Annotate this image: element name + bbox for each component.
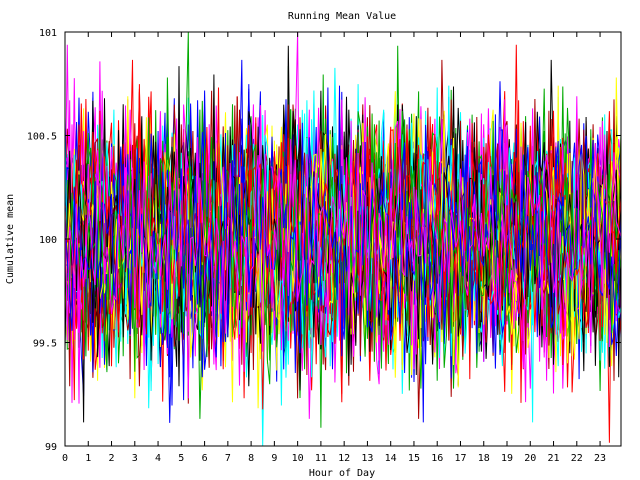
x-tick-label: 2 [109, 453, 115, 464]
x-tick-label: 15 [408, 453, 420, 464]
x-tick-label: 11 [315, 453, 327, 464]
x-tick-label: 21 [548, 453, 560, 464]
x-tick-label: 4 [155, 453, 161, 464]
x-tick-label: 5 [178, 453, 184, 464]
x-tick-label: 1 [85, 453, 91, 464]
x-tick-label: 6 [202, 453, 208, 464]
x-tick-label: 10 [292, 453, 304, 464]
x-tick-label: 22 [571, 453, 583, 464]
y-tick-label: 101 [39, 28, 57, 39]
x-tick-label: 14 [385, 453, 397, 464]
x-tick-label: 17 [454, 453, 466, 464]
x-tick-label: 13 [361, 453, 373, 464]
x-tick-label: 19 [501, 453, 513, 464]
x-tick-label: 8 [248, 453, 254, 464]
x-tick-label: 23 [594, 453, 606, 464]
x-tick-label: 12 [338, 453, 350, 464]
chart-title: Running Mean Value [288, 11, 396, 22]
x-axis-label: Hour of Day [309, 468, 375, 479]
x-tick-label: 20 [524, 453, 536, 464]
line-chart: Running Mean Value 0 1 2 3 4 5 6 7 8 9 10 11 12 13 14 1… [5, 11, 622, 479]
x-tick-label: 9 [271, 453, 277, 464]
x-tick-label: 18 [478, 453, 490, 464]
y-tick-label: 100.5 [27, 132, 57, 143]
x-tick-label: 16 [431, 453, 443, 464]
y-tick-label: 100 [39, 235, 57, 246]
series-layer [64, 31, 622, 447]
y-tick-label: 99 [45, 442, 57, 453]
y-axis-label: Cumulative mean [5, 194, 16, 284]
y-tick-label: 99.5 [33, 339, 57, 350]
x-tick-label: 7 [225, 453, 231, 464]
x-tick-label: 3 [132, 453, 138, 464]
x-tick-label: 0 [62, 453, 68, 464]
